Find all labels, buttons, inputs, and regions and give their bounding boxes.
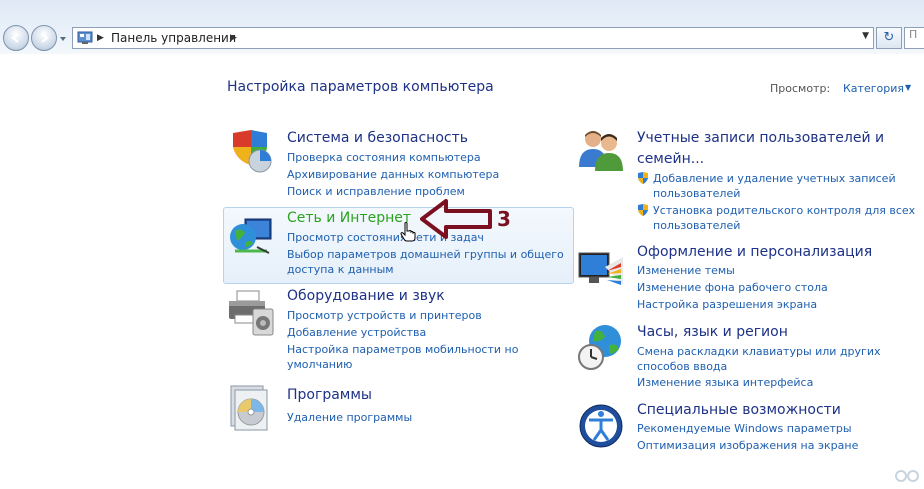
view-by-dropdown[interactable]: Категория bbox=[843, 82, 904, 95]
link-uninstall-program[interactable]: Удаление программы bbox=[287, 411, 412, 424]
uac-shield-icon bbox=[638, 204, 648, 216]
link-keyboard-layout[interactable]: Смена раскладки клавиатуры или других bbox=[637, 345, 881, 358]
link-change-display-language[interactable]: Изменение языка интерфейса bbox=[637, 376, 813, 389]
hand-cursor-icon bbox=[400, 222, 416, 242]
link-mobility-settings[interactable]: Настройка параметров мобильности но bbox=[287, 343, 518, 356]
forward-button[interactable] bbox=[31, 25, 57, 51]
uac-shield-icon bbox=[638, 172, 648, 184]
globe-network-icon bbox=[230, 218, 272, 254]
link-backup-computer[interactable]: Архивирование данных компьютера bbox=[287, 168, 499, 181]
breadcrumb-separator-icon[interactable]: ▶ bbox=[230, 33, 237, 43]
link-parental-controls-cont[interactable]: пользователей bbox=[653, 219, 740, 232]
breadcrumb-separator-icon[interactable]: ▶ bbox=[97, 33, 104, 43]
category-hardware-sound[interactable]: Оборудование и звук bbox=[287, 288, 445, 304]
printer-speaker-icon bbox=[229, 290, 274, 336]
back-button[interactable] bbox=[3, 25, 29, 51]
link-optimize-display[interactable]: Оптимизация изображения на экране bbox=[637, 439, 858, 452]
link-devices-printers[interactable]: Просмотр устройств и принтеров bbox=[287, 309, 482, 322]
link-homegroup-sharing-cont[interactable]: доступа к данным bbox=[287, 263, 394, 276]
category-network-internet[interactable]: Сеть и Интернет bbox=[287, 210, 411, 226]
category-programs[interactable]: Программы bbox=[287, 387, 372, 403]
link-add-remove-accounts[interactable]: Добавление и удаление учетных записей bbox=[653, 172, 896, 185]
navigation-bar: ▶ Панель управления ▶ ▼ ↻ П bbox=[0, 0, 924, 54]
address-dropdown-icon[interactable]: ▼ bbox=[862, 31, 869, 41]
category-clock-language-region[interactable]: Часы, язык и регион bbox=[637, 324, 788, 340]
chevron-down-icon[interactable]: ▼ bbox=[905, 83, 911, 92]
refresh-button[interactable]: ↻ bbox=[876, 27, 902, 49]
link-add-device[interactable]: Добавление устройства bbox=[287, 326, 426, 339]
view-by-label: Просмотр: bbox=[770, 82, 831, 95]
users-icon bbox=[579, 131, 623, 171]
forward-arrow-icon bbox=[41, 33, 49, 43]
category-ease-of-access[interactable]: Специальные возможности bbox=[637, 402, 841, 418]
globe-clock-icon bbox=[578, 325, 621, 370]
link-change-wallpaper[interactable]: Изменение фона рабочего стола bbox=[637, 281, 828, 294]
category-user-accounts[interactable]: Учетные записи пользователей и bbox=[637, 130, 884, 146]
programs-disc-icon bbox=[230, 385, 268, 431]
link-change-theme[interactable]: Изменение темы bbox=[637, 264, 735, 277]
category-appearance[interactable]: Оформление и персонализация bbox=[637, 244, 872, 260]
link-recommended-settings[interactable]: Рекомендуемые Windows параметры bbox=[637, 422, 852, 435]
link-keyboard-layout-cont[interactable]: способов ввода bbox=[637, 360, 727, 373]
link-parental-controls[interactable]: Установка родительского контроля для все… bbox=[653, 204, 915, 217]
watermark-logo-icon bbox=[895, 470, 919, 482]
accessibility-icon bbox=[579, 404, 623, 448]
annotation-arrow-icon bbox=[420, 199, 492, 239]
back-arrow-icon bbox=[11, 33, 19, 43]
category-system-security[interactable]: Система и безопасность bbox=[287, 130, 468, 146]
page-title: Настройка параметров компьютера bbox=[227, 79, 494, 95]
category-user-accounts-cont[interactable]: семейн... bbox=[637, 151, 704, 167]
breadcrumb-control-panel[interactable]: Панель управления bbox=[111, 31, 236, 45]
address-bar[interactable]: ▶ Панель управления ▶ ▼ bbox=[72, 27, 874, 49]
shield-chart-icon bbox=[233, 130, 272, 173]
search-input[interactable]: П bbox=[904, 27, 924, 49]
monitor-palette-icon bbox=[578, 252, 623, 285]
link-screen-resolution[interactable]: Настройка разрешения экрана bbox=[637, 298, 817, 311]
link-check-computer-status[interactable]: Проверка состояния компьютера bbox=[287, 151, 481, 164]
link-homegroup-sharing[interactable]: Выбор параметров домашней группы и общег… bbox=[287, 248, 564, 261]
link-add-remove-accounts-cont[interactable]: пользователей bbox=[653, 187, 740, 200]
control-panel-icon bbox=[77, 31, 93, 44]
annotation-step-number: 3 bbox=[497, 207, 511, 231]
history-dropdown-icon[interactable] bbox=[59, 33, 67, 43]
link-mobility-settings-cont[interactable]: умолчанию bbox=[287, 358, 352, 371]
